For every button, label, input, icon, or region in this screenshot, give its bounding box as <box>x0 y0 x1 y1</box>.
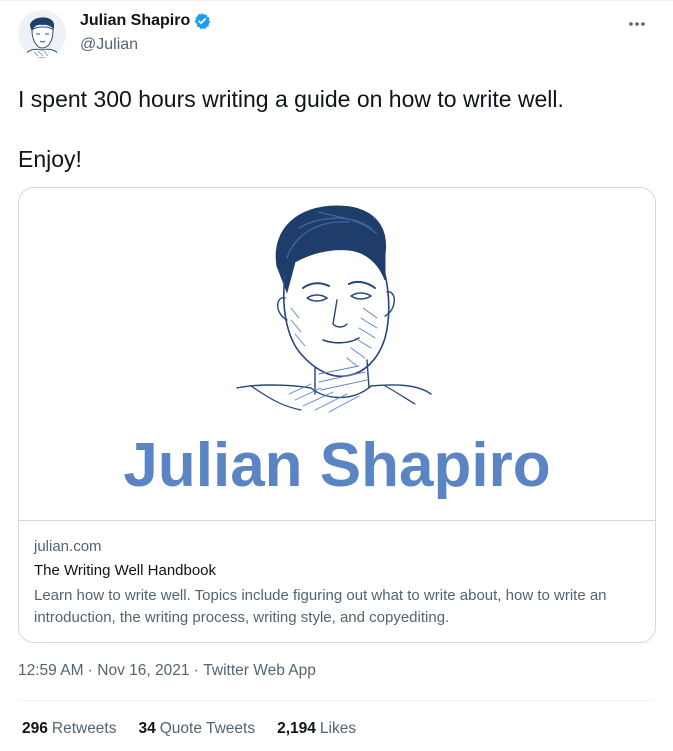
top-divider <box>0 0 673 1</box>
card-title: The Writing Well Handbook <box>34 562 217 579</box>
tweet-time[interactable]: 12:59 AM <box>18 662 84 680</box>
card-description: Learn how to write well. Topics include … <box>34 587 607 626</box>
retweets-label: Retweets <box>51 720 117 737</box>
avatar[interactable] <box>18 10 66 58</box>
meta-separator: · <box>83 662 98 679</box>
quote-tweets-count: 34 <box>138 720 156 737</box>
verified-badge-icon <box>193 12 211 30</box>
retweets-count: 296 <box>22 720 48 737</box>
tweet-stats: 296 Retweets 34 Quote Tweets 2,194 Likes <box>22 720 378 738</box>
retweets-stat[interactable]: 296 Retweets <box>22 720 117 738</box>
card-image-logo-text: Julian Shapiro <box>123 431 550 500</box>
meta-separator: · <box>189 662 204 679</box>
person-sketch-avatar-icon <box>18 10 66 58</box>
likes-count: 2,194 <box>277 720 316 737</box>
quote-tweets-label: Quote Tweets <box>159 720 256 737</box>
tweet: Julian Shapiro @Julian I spent 300 hours… <box>0 0 673 751</box>
more-options-icon[interactable] <box>623 14 651 34</box>
card-image: Julian Shapiro <box>19 188 655 520</box>
likes-label: Likes <box>319 720 357 737</box>
card-divider <box>19 520 655 521</box>
tweet-source[interactable]: Twitter Web App <box>203 662 316 680</box>
likes-stat[interactable]: 2,194 Likes <box>277 720 356 738</box>
tweet-text-line: I spent 300 hours writing a guide on how… <box>18 86 564 112</box>
tweet-date[interactable]: Nov 16, 2021 <box>97 662 189 680</box>
stats-divider <box>18 700 655 701</box>
link-card[interactable]: Julian Shapiro julian.com The Writing We… <box>18 187 656 643</box>
tweet-meta: 12:59 AM · Nov 16, 2021 · Twitter Web Ap… <box>18 662 316 680</box>
author-name[interactable]: Julian Shapiro <box>80 12 190 30</box>
quote-tweets-stat[interactable]: 34 Quote Tweets <box>139 720 256 738</box>
portrait-sketch <box>236 205 432 413</box>
tweet-text-line: Enjoy! <box>18 146 82 172</box>
author-handle[interactable]: @Julian <box>80 36 138 54</box>
author-name-row: Julian Shapiro <box>80 12 211 30</box>
card-domain: julian.com <box>34 538 102 555</box>
